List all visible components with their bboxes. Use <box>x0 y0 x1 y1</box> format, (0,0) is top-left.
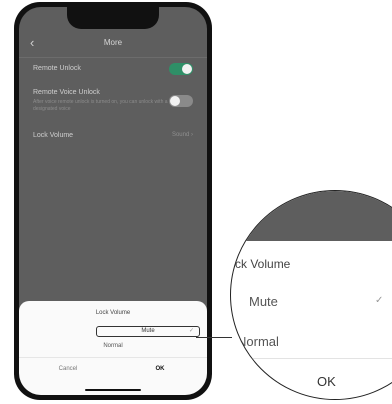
option-normal[interactable]: Normal <box>19 343 207 349</box>
zoom-circle: ck Volume Mute ✓ Normal OK <box>230 190 392 400</box>
lock-volume-value-text: Sound <box>171 132 190 138</box>
phone-screen: ‹ More Remote Unlock Remote Voice Unlock… <box>19 7 207 395</box>
option-mute[interactable]: Mute ✓ <box>96 326 200 337</box>
zoom-mute-label: Mute <box>249 294 278 309</box>
lock-volume-sheet: Lock Volume Mute ✓ Normal Cancel OK <box>19 301 207 395</box>
remote-unlock-toggle[interactable] <box>169 63 193 75</box>
checkmark-icon: ✓ <box>188 328 194 334</box>
zoom-dark-area <box>231 191 392 241</box>
zoom-callout: ck Volume Mute ✓ Normal OK <box>230 190 392 404</box>
option-mute-label: Mute <box>141 328 155 334</box>
sheet-divider <box>19 357 207 358</box>
lock-volume-value: Sound › <box>171 132 193 138</box>
ok-button[interactable]: OK <box>135 366 185 372</box>
nav-header: ‹ More <box>19 31 207 58</box>
home-indicator <box>85 389 141 391</box>
sheet-title: Lock Volume <box>95 310 131 316</box>
remote-voice-unlock-row: Remote Voice Unlock After voice remote u… <box>33 89 197 113</box>
remote-unlock-row: Remote Unlock <box>33 63 197 75</box>
cancel-button[interactable]: Cancel <box>43 366 93 372</box>
zoom-lock-volume-label: ck Volume <box>235 257 291 271</box>
callout-connector <box>196 337 232 338</box>
toggle-knob <box>170 96 180 106</box>
phone-notch <box>67 7 159 29</box>
remote-voice-unlock-toggle[interactable] <box>169 95 193 107</box>
page-title: More <box>103 38 123 47</box>
zoom-checkmark-icon: ✓ <box>375 295 384 306</box>
phone-frame: ‹ More Remote Unlock Remote Voice Unlock… <box>14 2 212 400</box>
toggle-knob <box>182 64 192 74</box>
zoom-divider <box>231 358 392 359</box>
zoom-normal-label: Normal <box>237 334 279 349</box>
zoom-ok-label: OK <box>317 374 336 389</box>
lock-volume-row[interactable]: Lock Volume Sound › <box>33 132 197 139</box>
remote-voice-unlock-description: After voice remote unlock is turned on, … <box>33 99 168 112</box>
